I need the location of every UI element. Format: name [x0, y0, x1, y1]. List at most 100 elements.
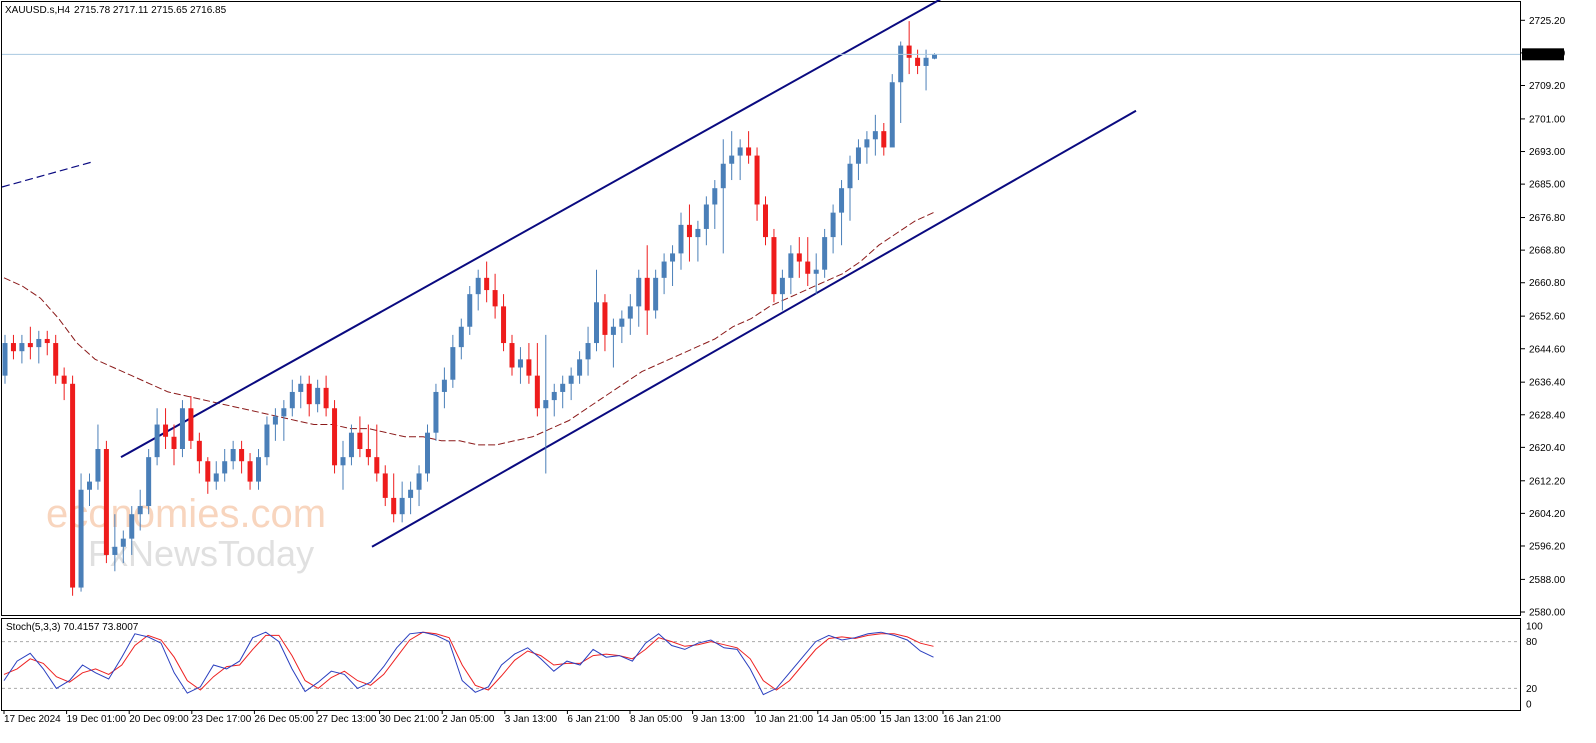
price-tick-label: 2685.00 [1529, 180, 1566, 191]
candle-body [146, 457, 152, 507]
candle-body [568, 375, 574, 384]
candle-body [188, 408, 194, 441]
candle-body [213, 473, 219, 482]
candle-body [805, 261, 811, 274]
symbol-label: XAUUSD.s,H4 [5, 5, 70, 16]
candle-body [847, 163, 853, 189]
price-tick-label: 2596.20 [1529, 541, 1566, 552]
candle-body [881, 131, 887, 148]
candle-body [619, 318, 625, 327]
stoch-panel-frame [1, 618, 1521, 711]
candle-body [771, 237, 777, 295]
price-tick-label: 2693.00 [1529, 147, 1566, 158]
candle-body [78, 489, 84, 588]
candle-body [129, 514, 135, 539]
candle-body [509, 343, 515, 368]
stoch-level-label: 0 [1526, 700, 1532, 711]
candle-body [247, 461, 253, 482]
candle-body [425, 432, 430, 474]
price-tick-label: 2612.20 [1529, 476, 1566, 487]
price-tick-label: 2644.60 [1529, 344, 1566, 355]
candle-body [585, 343, 591, 360]
stochastic-indicator: 100 80 20 0 [2, 622, 1543, 711]
candle-body [450, 347, 456, 380]
candle-body [230, 448, 236, 462]
time-tick-label: 27 Dec 13:00 [317, 714, 377, 725]
price-tick-label: 2604.20 [1529, 509, 1566, 520]
candle-body [594, 302, 599, 344]
candle-body [551, 391, 557, 401]
price-tick-label: 2620.40 [1529, 443, 1566, 454]
price-tick-label: 2636.40 [1529, 378, 1566, 389]
time-tick-label: 2 Jan 05:00 [442, 714, 495, 725]
previous-channel-line [1, 161, 93, 188]
time-tick-label: 3 Jan 13:00 [505, 714, 558, 725]
candle-body [855, 147, 861, 164]
candle-body [712, 188, 718, 205]
candle-body [196, 440, 202, 462]
price-tick-label: 2628.40 [1529, 410, 1566, 421]
moving-average-line [3, 212, 934, 446]
stoch-level-label: 20 [1526, 684, 1538, 695]
candle-body [441, 379, 447, 392]
candle-body [703, 204, 709, 229]
time-tick-label: 9 Jan 13:00 [693, 714, 746, 725]
candle-body [898, 45, 904, 83]
candle-body [222, 461, 228, 474]
candle-body [636, 277, 642, 307]
candle-body [171, 436, 177, 449]
candle-body [256, 457, 261, 482]
price-tick-label: 2660.80 [1529, 278, 1566, 289]
candle-body [577, 359, 583, 376]
candle-body [365, 448, 371, 458]
candle-body [720, 163, 726, 189]
time-tick-label: 30 Dec 21:00 [380, 714, 440, 725]
candle-body [872, 131, 878, 140]
candle-body [272, 416, 278, 425]
candle-body [763, 204, 768, 238]
candle-body [906, 45, 912, 58]
time-tick-label: 14 Jan 05:00 [818, 714, 876, 725]
candle-body [923, 57, 929, 66]
price-axis: 2725.202717.202709.202701.002693.002685.… [1521, 16, 1566, 619]
candle-body [932, 54, 937, 59]
candle-body [610, 326, 616, 335]
time-tick-label: 16 Jan 21:00 [943, 714, 1001, 725]
stoch-label: Stoch(5,3,3) 70.4157 73.8007 [6, 622, 139, 633]
time-tick-label: 19 Dec 01:00 [67, 714, 127, 725]
candle-body [36, 338, 42, 348]
candle-body [517, 359, 523, 368]
candle-body [44, 338, 50, 344]
candle-body [754, 155, 760, 205]
candle-body [298, 383, 304, 392]
candle-body [467, 294, 473, 327]
candle-body [332, 408, 338, 466]
candle-body [112, 546, 118, 555]
trend-channel [1, 0, 1137, 548]
candle-body [289, 391, 295, 409]
candle-body [315, 387, 321, 405]
price-tick-label: 2725.20 [1529, 16, 1566, 27]
candle-body [103, 448, 109, 555]
candle-body [264, 424, 270, 458]
main-chart[interactable]: 2725.202717.202709.202701.002693.002685.… [0, 0, 1596, 743]
candle-body [87, 481, 92, 490]
candle-body [70, 383, 76, 588]
candle-body [95, 448, 101, 482]
candle-body [661, 261, 667, 278]
candle-body [788, 253, 794, 278]
candle-body [695, 228, 701, 238]
candle-body [10, 343, 16, 352]
candle-body [179, 408, 185, 449]
candle-body [686, 224, 692, 238]
candle-body [475, 277, 481, 295]
price-tick-label: 2668.80 [1529, 246, 1566, 257]
current-price-line: 2716.85 [2, 48, 1564, 61]
candle-body [399, 497, 405, 515]
candle-body [560, 383, 566, 392]
candle-body [822, 237, 828, 270]
candle-body [61, 375, 67, 384]
candle-body [391, 497, 397, 515]
candle-body [796, 253, 802, 262]
time-tick-label: 20 Dec 09:00 [129, 714, 189, 725]
